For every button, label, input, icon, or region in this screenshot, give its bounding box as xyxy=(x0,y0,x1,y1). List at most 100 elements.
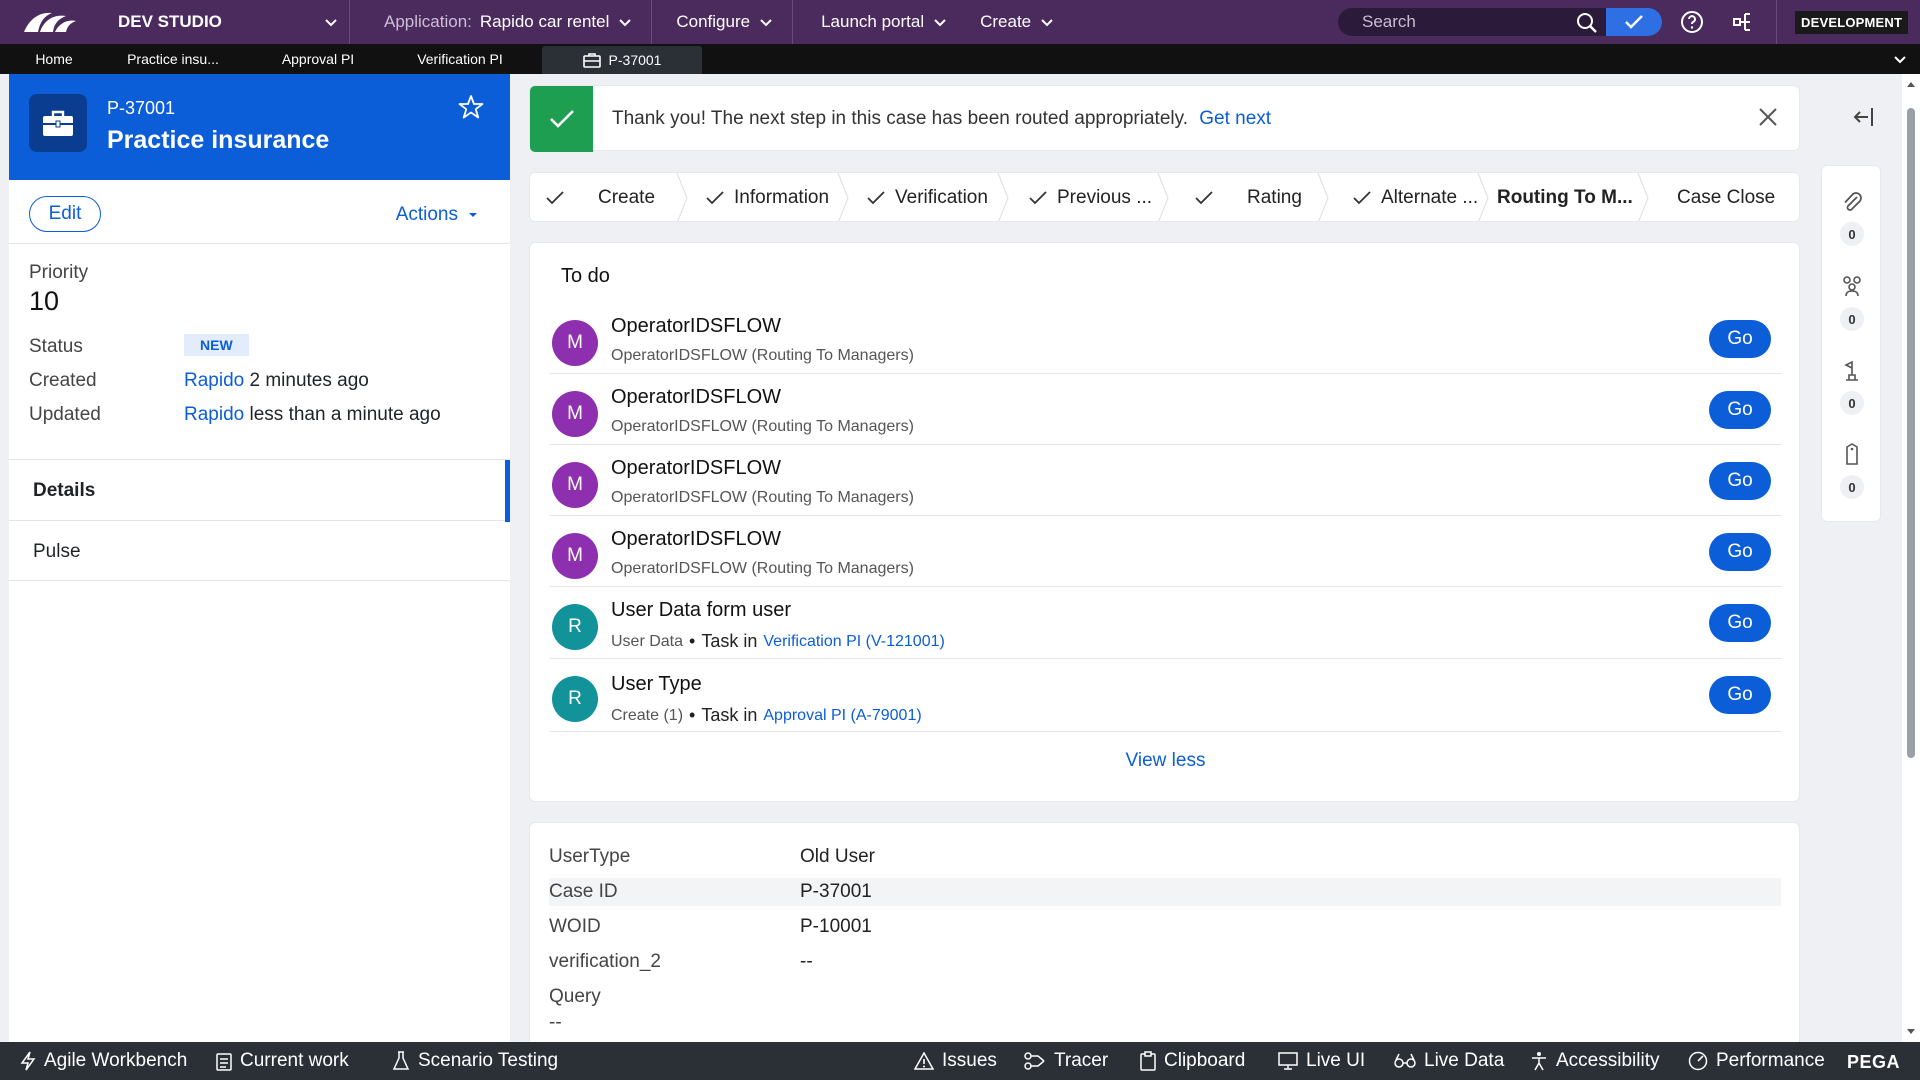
scroll-down-icon[interactable] xyxy=(1906,1028,1916,1036)
go-button[interactable]: Go xyxy=(1709,533,1771,571)
search-box[interactable]: Search xyxy=(1338,8,1662,36)
tab-approval-pi[interactable]: Approval PI xyxy=(238,44,398,74)
actions-menu-button[interactable]: Actions xyxy=(396,204,478,226)
go-button[interactable]: Go xyxy=(1709,676,1771,714)
go-button[interactable]: Go xyxy=(1709,604,1771,642)
avatar: M xyxy=(552,462,598,508)
go-button[interactable]: Go xyxy=(1709,391,1771,429)
live-data-button[interactable]: Live Data xyxy=(1394,1042,1504,1080)
stage-label: Verification xyxy=(895,187,988,208)
tracer-button[interactable]: Tracer xyxy=(1024,1042,1108,1080)
star-icon[interactable] xyxy=(458,94,484,120)
pega-logo-icon[interactable] xyxy=(0,0,100,44)
stage-case-close[interactable]: Case Close xyxy=(1641,173,1799,221)
view-less-link[interactable]: View less xyxy=(530,750,1801,772)
chevron-down-icon[interactable] xyxy=(1892,51,1908,67)
scenario-testing-button[interactable]: Scenario Testing xyxy=(392,1042,558,1080)
check-icon xyxy=(1195,191,1213,205)
created-by-link[interactable]: Rapido xyxy=(184,370,244,391)
success-banner: Thank you! The next step in this case ha… xyxy=(529,85,1800,152)
search-submit-button[interactable] xyxy=(1606,8,1662,36)
page-scrollbar[interactable] xyxy=(1902,74,1920,1042)
stage-verification[interactable]: Verification xyxy=(841,173,1009,221)
field-row: UserType Old User xyxy=(549,843,1781,871)
followers-count: 0 xyxy=(1840,307,1864,331)
edit-button[interactable]: Edit xyxy=(29,196,101,232)
tab-practice-insurance[interactable]: Practice insu... xyxy=(108,44,238,74)
tab-p-37001[interactable]: P-37001 xyxy=(542,46,702,74)
toolbar-label: Scenario Testing xyxy=(418,1050,559,1071)
tab-details[interactable]: Details xyxy=(9,459,510,522)
parent-case-link[interactable]: Approval PI (A-79001) xyxy=(763,707,921,725)
tab-home[interactable]: Home xyxy=(0,44,108,74)
field-value: -- xyxy=(549,1012,562,1033)
accessibility-button[interactable]: Accessibility xyxy=(1530,1042,1659,1080)
chevron-down-icon xyxy=(619,19,632,27)
tab-label: Approval PI xyxy=(281,51,355,67)
share-icon[interactable] xyxy=(1732,10,1756,34)
stage-routing-current[interactable]: Routing To M... xyxy=(1481,173,1649,221)
search-input[interactable]: Search xyxy=(1362,12,1416,32)
todo-item-title: User Data form user xyxy=(611,599,792,621)
tracer-icon xyxy=(1024,1052,1045,1070)
tab-verification-pi[interactable]: Verification PI xyxy=(398,44,522,74)
close-icon[interactable] xyxy=(1757,106,1779,128)
scroll-up-icon[interactable] xyxy=(1906,80,1916,88)
chevron-down-icon xyxy=(1041,19,1053,27)
task-in-label: Task in xyxy=(701,705,758,725)
scrollbar-thumb[interactable] xyxy=(1907,108,1915,758)
help-icon[interactable] xyxy=(1680,10,1704,34)
go-button[interactable]: Go xyxy=(1709,462,1771,500)
briefcase-icon xyxy=(582,53,601,68)
case-details-card: UserType Old User Case ID P-37001 WOID P… xyxy=(529,822,1800,1042)
check-icon xyxy=(1029,191,1047,205)
attachment-icon[interactable] xyxy=(1840,190,1864,214)
search-icon[interactable] xyxy=(1576,12,1598,34)
stage-rating[interactable]: Rating xyxy=(1161,173,1329,221)
toolbar-label: Tracer xyxy=(1054,1050,1109,1071)
case-title: Practice insurance xyxy=(107,126,330,154)
collapse-panel-icon[interactable] xyxy=(1852,106,1876,128)
field-label: Query xyxy=(549,986,601,1007)
updated-time: less than a minute ago xyxy=(249,404,441,425)
attachment-count: 0 xyxy=(1840,222,1864,246)
stage-previous[interactable]: Previous ... xyxy=(1001,173,1169,221)
create-menu[interactable]: Create xyxy=(966,0,1073,44)
performance-button[interactable]: Performance xyxy=(1688,1042,1825,1080)
priority-value: 10 xyxy=(29,286,60,316)
field-row: -- xyxy=(549,1009,1781,1037)
stage-create[interactable]: Create xyxy=(530,173,688,221)
studio-label: DEV STUDIO xyxy=(118,12,222,31)
configure-menu[interactable]: Configure xyxy=(652,0,794,44)
get-next-link[interactable]: Get next xyxy=(1199,108,1271,129)
application-menu[interactable]: Application: Rapido car rentel xyxy=(350,0,653,44)
tab-pulse[interactable]: Pulse xyxy=(9,521,510,581)
stage-information[interactable]: Information xyxy=(680,173,849,221)
glasses-icon xyxy=(1394,1053,1416,1068)
field-row: Case ID P-37001 xyxy=(549,878,1781,906)
agile-workbench-button[interactable]: Agile Workbench xyxy=(20,1042,187,1080)
stage-alternate[interactable]: Alternate ... xyxy=(1321,173,1489,221)
stakeholders-icon[interactable] xyxy=(1840,358,1864,382)
banner-text: Thank you! The next step in this case ha… xyxy=(612,108,1188,129)
todo-item-subtitle: OperatorIDSFLOW (Routing To Managers) xyxy=(611,418,914,436)
live-ui-button[interactable]: Live UI xyxy=(1278,1042,1365,1080)
stage-label: Previous ... xyxy=(1057,187,1153,208)
parent-case-link[interactable]: Verification PI (V-121001) xyxy=(763,633,944,651)
flask-icon xyxy=(392,1051,410,1070)
field-row: WOID P-10001 xyxy=(549,913,1781,941)
toolbar-label: Performance xyxy=(1716,1050,1825,1071)
studio-switcher[interactable]: DEV STUDIO xyxy=(100,0,350,44)
followers-icon[interactable] xyxy=(1840,274,1864,298)
tab-label: Home xyxy=(35,51,73,67)
launch-portal-menu[interactable]: Launch portal xyxy=(793,0,966,44)
updated-by-link[interactable]: Rapido xyxy=(184,404,244,425)
todo-item-subtitle: OperatorIDSFLOW (Routing To Managers) xyxy=(611,489,914,507)
todo-item: M OperatorIDSFLOW OperatorIDSFLOW (Routi… xyxy=(550,445,1781,516)
current-work-button[interactable]: Current work xyxy=(216,1042,349,1080)
todo-item-title: OperatorIDSFLOW xyxy=(611,386,782,408)
issues-button[interactable]: Issues xyxy=(914,1042,997,1080)
go-button[interactable]: Go xyxy=(1709,320,1771,358)
clipboard-button[interactable]: Clipboard xyxy=(1140,1042,1245,1080)
tags-icon[interactable] xyxy=(1840,442,1864,466)
